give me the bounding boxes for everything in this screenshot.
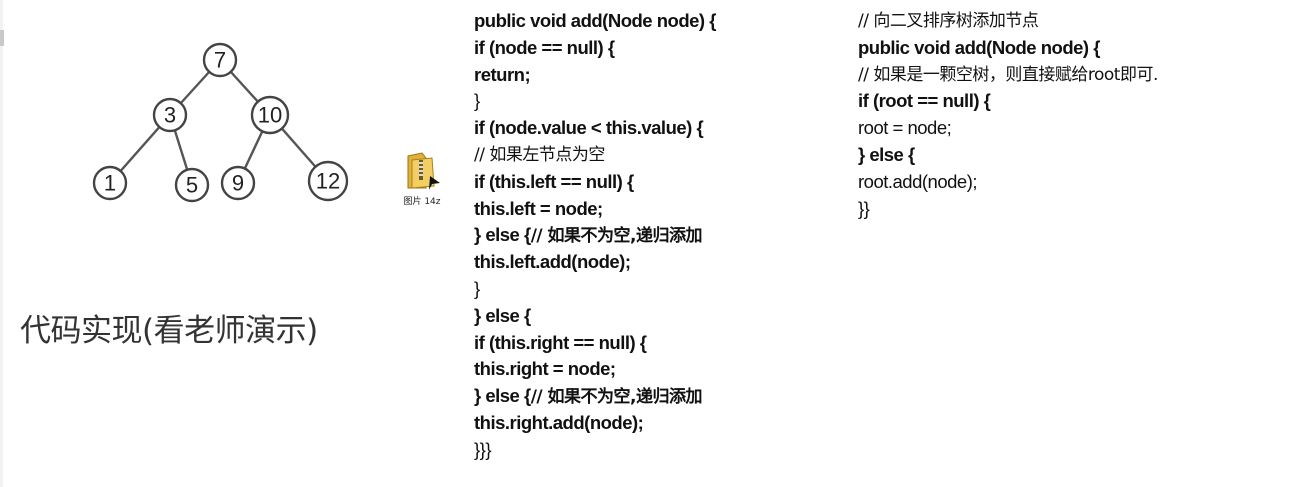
code-line: public void add(Node node) { bbox=[474, 10, 716, 31]
file-shortcut[interactable]: 图片 14z bbox=[396, 150, 448, 212]
code-comment: // 如果是一颗空树，则直接赋给root即可. bbox=[858, 64, 1158, 85]
code-line: this.right.add(node); bbox=[474, 411, 644, 433]
left-edge-marker bbox=[0, 30, 4, 46]
code-line-with-comment: } else {// 如果不为空,递归添加 bbox=[474, 222, 716, 249]
code-line: if (node == null) { bbox=[474, 36, 615, 58]
tree-node-right-right-label: 12 bbox=[316, 169, 340, 194]
code-line: return; bbox=[474, 63, 531, 85]
code-comment: // 如果不为空,递归添加 bbox=[530, 387, 703, 408]
code-line: this.right = node; bbox=[474, 358, 616, 380]
code-line: if (this.right == null) { bbox=[474, 331, 647, 353]
caption-code-demo: 代码实现(看老师演示) bbox=[20, 313, 318, 349]
code-line-with-comment: } else {// 如果不为空,递归添加 bbox=[474, 383, 716, 410]
tree-node-root-label: 7 bbox=[214, 48, 226, 73]
tree-node-right-left: 9 bbox=[220, 165, 256, 201]
code-line: } else { bbox=[474, 304, 531, 326]
tree-node-right: 10 bbox=[250, 95, 290, 135]
tree-node-left: 3 bbox=[152, 97, 188, 133]
tree-node-right-label: 10 bbox=[258, 103, 282, 128]
left-edge-strip bbox=[0, 0, 3, 487]
node-add-method-code: public void add(Node node) { if (node ==… bbox=[474, 8, 716, 464]
archive-folder-icon bbox=[407, 152, 440, 190]
code-line: root.add(node); bbox=[858, 170, 978, 192]
code-line: if (node.value < this.value) { bbox=[474, 117, 704, 139]
code-comment: // 向二叉排序树添加节点 bbox=[858, 11, 1039, 31]
code-line: } else { bbox=[858, 143, 915, 165]
code-line: this.left.add(node); bbox=[474, 251, 631, 273]
tree-node-right-left-label: 9 bbox=[232, 171, 244, 196]
tree-node-right-right: 12 bbox=[307, 160, 349, 202]
tree-node-left-left: 1 bbox=[92, 165, 128, 201]
code-comment: // 如果左节点为空 bbox=[474, 144, 605, 165]
code-line: public void add(Node node) { bbox=[858, 36, 1100, 58]
tree-node-left-label: 3 bbox=[164, 103, 176, 128]
code-fragment: } else { bbox=[474, 385, 531, 407]
tree-node-root: 7 bbox=[202, 42, 238, 78]
code-line: }} bbox=[858, 197, 870, 219]
code-line: if (this.left == null) { bbox=[474, 170, 634, 192]
code-line: } bbox=[474, 277, 480, 299]
code-line: } bbox=[474, 90, 480, 112]
tree-node-left-left-label: 1 bbox=[104, 171, 116, 196]
code-line: this.left = node; bbox=[474, 197, 603, 219]
tree-node-left-right-label: 5 bbox=[186, 173, 198, 198]
code-line: if (root == null) { bbox=[858, 90, 991, 112]
tree-add-method-code: // 向二叉排序树添加节点 public void add(Node node)… bbox=[858, 8, 1158, 222]
file-shortcut-label: 图片 14z bbox=[403, 197, 441, 207]
code-line: }}} bbox=[474, 438, 492, 460]
code-line: root = node; bbox=[858, 117, 952, 139]
tree-node-left-right: 5 bbox=[174, 167, 210, 203]
code-comment: // 如果不为空,递归添加 bbox=[530, 226, 703, 247]
binary-tree-diagram: 7 3 10 1 5 9 12 bbox=[92, 42, 349, 203]
code-fragment: } else { bbox=[474, 224, 531, 246]
